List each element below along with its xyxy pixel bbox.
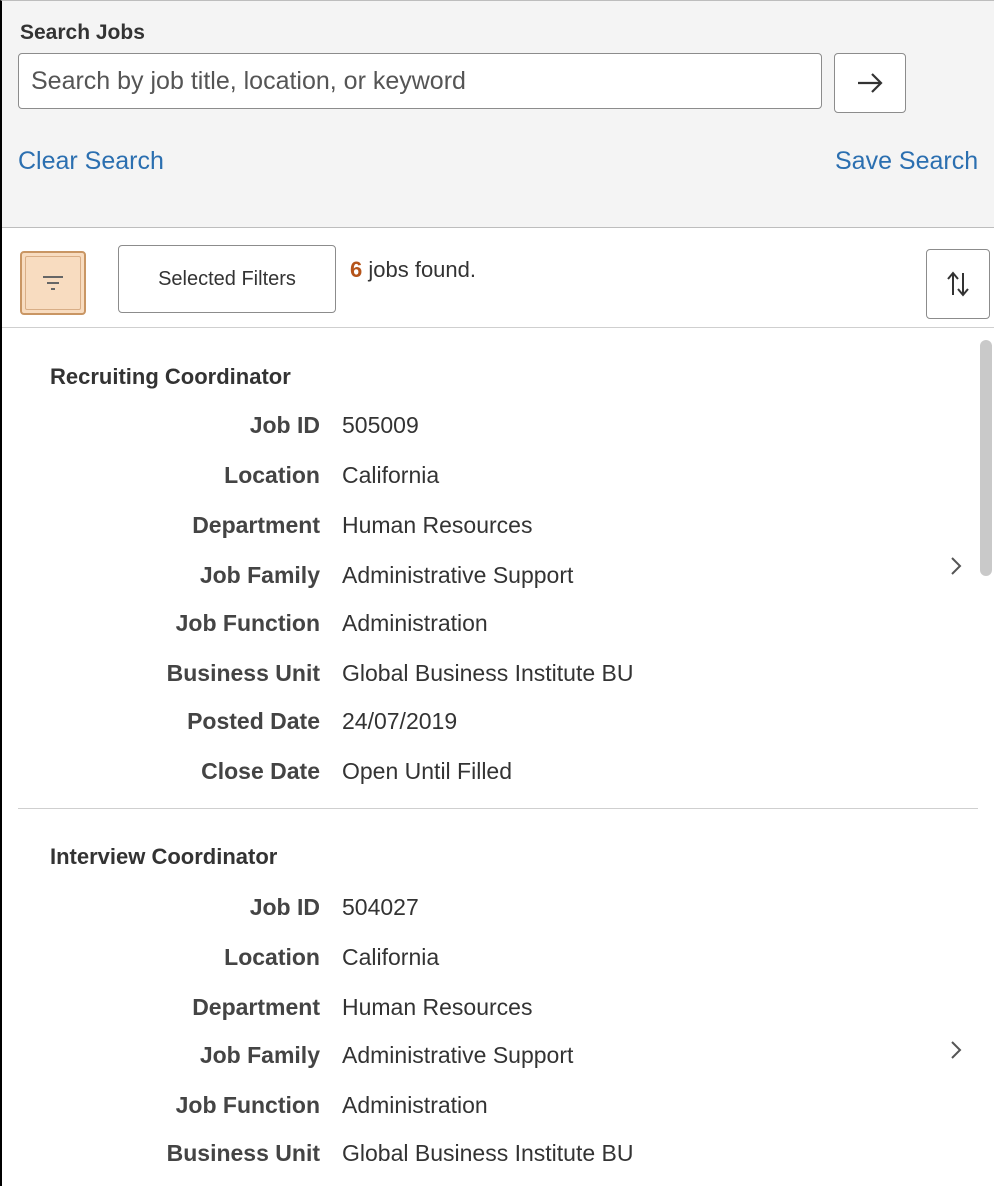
field-label-location: Location bbox=[224, 462, 320, 488]
scrollbar-thumb[interactable] bbox=[980, 340, 992, 576]
field-value-job-family: Administrative Support bbox=[342, 1042, 574, 1068]
field-value-job-function: Administration bbox=[342, 1092, 488, 1118]
field-value-business-unit: Global Business Institute BU bbox=[342, 1140, 634, 1166]
field-value-business-unit: Global Business Institute BU bbox=[342, 660, 634, 686]
field-value-job-id: 504027 bbox=[342, 894, 419, 920]
field-value-job-function: Administration bbox=[342, 610, 488, 636]
sort-icon bbox=[947, 271, 969, 297]
jobs-found-text: 6 jobs found. bbox=[350, 257, 476, 283]
field-label-business-unit: Business Unit bbox=[166, 1140, 320, 1166]
job-card[interactable]: Interview Coordinator Job ID 504027 Loca… bbox=[2, 808, 978, 1186]
field-value-location: California bbox=[342, 944, 440, 970]
field-label-location: Location bbox=[224, 944, 320, 970]
save-search-link[interactable]: Save Search bbox=[835, 147, 978, 176]
field-label-posted-date: Posted Date bbox=[187, 708, 320, 734]
field-label-job-family: Job Family bbox=[199, 1042, 320, 1068]
field-label-job-id: Job ID bbox=[249, 894, 320, 920]
job-search-page: Search Jobs Clear Search Save Search Sel… bbox=[0, 0, 994, 1186]
field-value-department: Human Resources bbox=[342, 512, 533, 538]
search-go-button[interactable] bbox=[834, 53, 906, 113]
sort-button[interactable] bbox=[926, 249, 990, 319]
field-value-job-id: 505009 bbox=[342, 412, 419, 438]
field-label-department: Department bbox=[192, 512, 320, 538]
field-value-job-family: Administrative Support bbox=[342, 562, 574, 588]
field-value-close-date: Open Until Filled bbox=[342, 758, 513, 784]
jobs-found-label: jobs found. bbox=[362, 257, 476, 282]
results-toolbar: Selected Filters 6 jobs found. bbox=[2, 227, 994, 328]
field-label-job-function: Job Function bbox=[175, 610, 320, 636]
search-title: Search Jobs bbox=[20, 21, 145, 44]
clear-search-link[interactable]: Clear Search bbox=[18, 147, 164, 176]
filter-icon bbox=[43, 276, 63, 290]
jobs-count: 6 bbox=[350, 257, 363, 282]
field-value-department: Human Resources bbox=[342, 994, 533, 1020]
field-value-location: California bbox=[342, 462, 440, 488]
search-input[interactable] bbox=[18, 53, 822, 109]
job-results-list: Recruiting Coordinator Job ID 505009 Loc… bbox=[2, 328, 994, 1186]
job-card[interactable]: Recruiting Coordinator Job ID 505009 Loc… bbox=[2, 328, 978, 808]
field-label-job-family: Job Family bbox=[199, 562, 320, 588]
field-label-business-unit: Business Unit bbox=[166, 660, 320, 686]
chevron-right-icon[interactable] bbox=[944, 1038, 968, 1062]
chevron-right-icon[interactable] bbox=[944, 554, 968, 578]
search-panel: Search Jobs Clear Search Save Search bbox=[2, 1, 994, 228]
arrow-right-icon bbox=[858, 73, 883, 93]
field-label-job-function: Job Function bbox=[175, 1092, 320, 1118]
field-label-department: Department bbox=[192, 994, 320, 1020]
field-label-job-id: Job ID bbox=[249, 412, 320, 438]
job-title: Interview Coordinator bbox=[50, 844, 278, 869]
selected-filters-button[interactable]: Selected Filters bbox=[118, 245, 336, 313]
job-title: Recruiting Coordinator bbox=[50, 364, 291, 389]
filter-button-focus-ring bbox=[25, 256, 81, 310]
field-value-posted-date: 24/07/2019 bbox=[342, 708, 458, 734]
field-label-close-date: Close Date bbox=[201, 758, 320, 784]
filter-button[interactable] bbox=[20, 251, 86, 315]
